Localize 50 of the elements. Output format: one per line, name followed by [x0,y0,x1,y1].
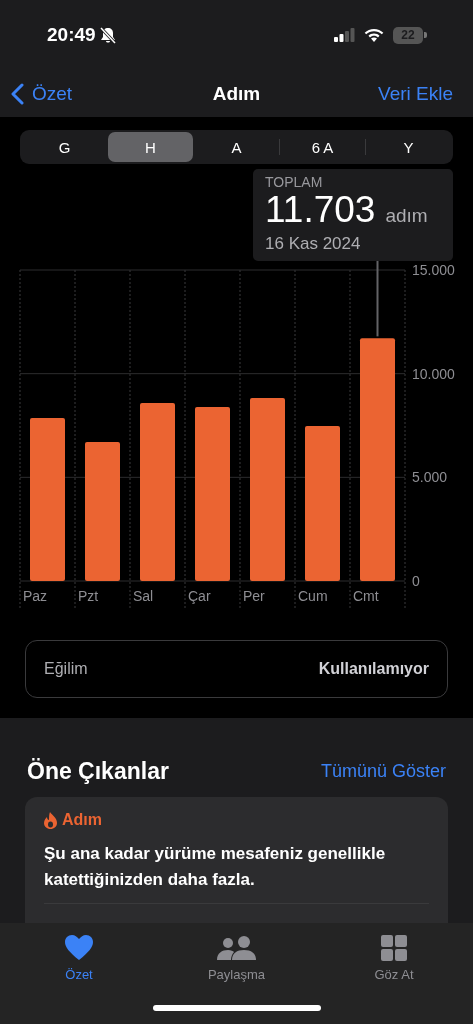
bar[interactable] [85,442,120,581]
back-button[interactable]: Özet [10,82,73,105]
tab-bar-item[interactable]: Paylaşma [181,935,292,982]
bar[interactable] [140,402,175,581]
people-icon [216,935,257,961]
trend-label: Eğilim [44,660,88,678]
tab-bar-item[interactable]: Özet [24,935,134,982]
bar[interactable] [305,425,340,581]
signal-icon [334,28,355,42]
nav-title: Adım [212,82,261,104]
x-axis-label: Sal [133,588,154,604]
highlight-card[interactable]: Adım Şu ana kadar yürüme mesafeniz genellikle katettiğinizden daha fazla. [25,797,448,923]
card-category: Adım [62,811,102,829]
total-value: 11.703 [265,190,376,230]
range-segment[interactable]: Y [366,132,451,162]
bar[interactable] [195,407,230,581]
bar[interactable] [30,418,65,581]
x-axis-label: Cum [298,588,328,604]
x-axis-label: Çar [188,588,211,604]
y-axis-label: 10.000 [412,365,455,382]
bar[interactable] [360,338,395,581]
chevron-left-icon [10,82,24,105]
y-axis-label: 5.000 [412,469,448,486]
y-axis-label: 15.000 [412,262,455,278]
range-segment[interactable]: G [22,132,107,162]
heart-icon [65,935,93,961]
y-axis-label: 0 [412,573,420,589]
section-title: Öne Çıkanlar [27,758,169,785]
x-axis-label: Pzt [78,588,99,604]
range-segment[interactable]: H [108,132,193,162]
range-segment[interactable]: A [194,132,279,162]
range-segment[interactable]: 6 A [280,132,365,162]
show-all-link[interactable]: Tümünü Göster [320,761,446,782]
x-axis-label: Paz [23,588,48,604]
tooltip-label: TOPLAM [265,174,324,190]
highlight-text: Şu ana kadar yürüme mesafeniz genellikle katettiğinizden daha fazla. [44,843,387,891]
unit-label: adım [385,205,428,227]
grid-icon [381,935,407,961]
status-time: 20:49 [47,24,96,46]
battery-icon: 22 [393,26,423,44]
add-data-button[interactable]: Veri Ekle [378,82,453,105]
date-label: 16 Kas 2024 [265,234,362,254]
flame-icon [44,811,57,829]
bar[interactable] [250,397,285,581]
x-axis-label: Cmt [353,588,379,604]
tab-bar-item[interactable]: Göz At [339,935,449,982]
wifi-icon [364,28,384,42]
trend-value: Kullanılamıyor [318,660,429,678]
trend-row[interactable]: Eğilim Kullanılamıyor [25,640,448,698]
x-axis-label: Per [243,588,265,604]
